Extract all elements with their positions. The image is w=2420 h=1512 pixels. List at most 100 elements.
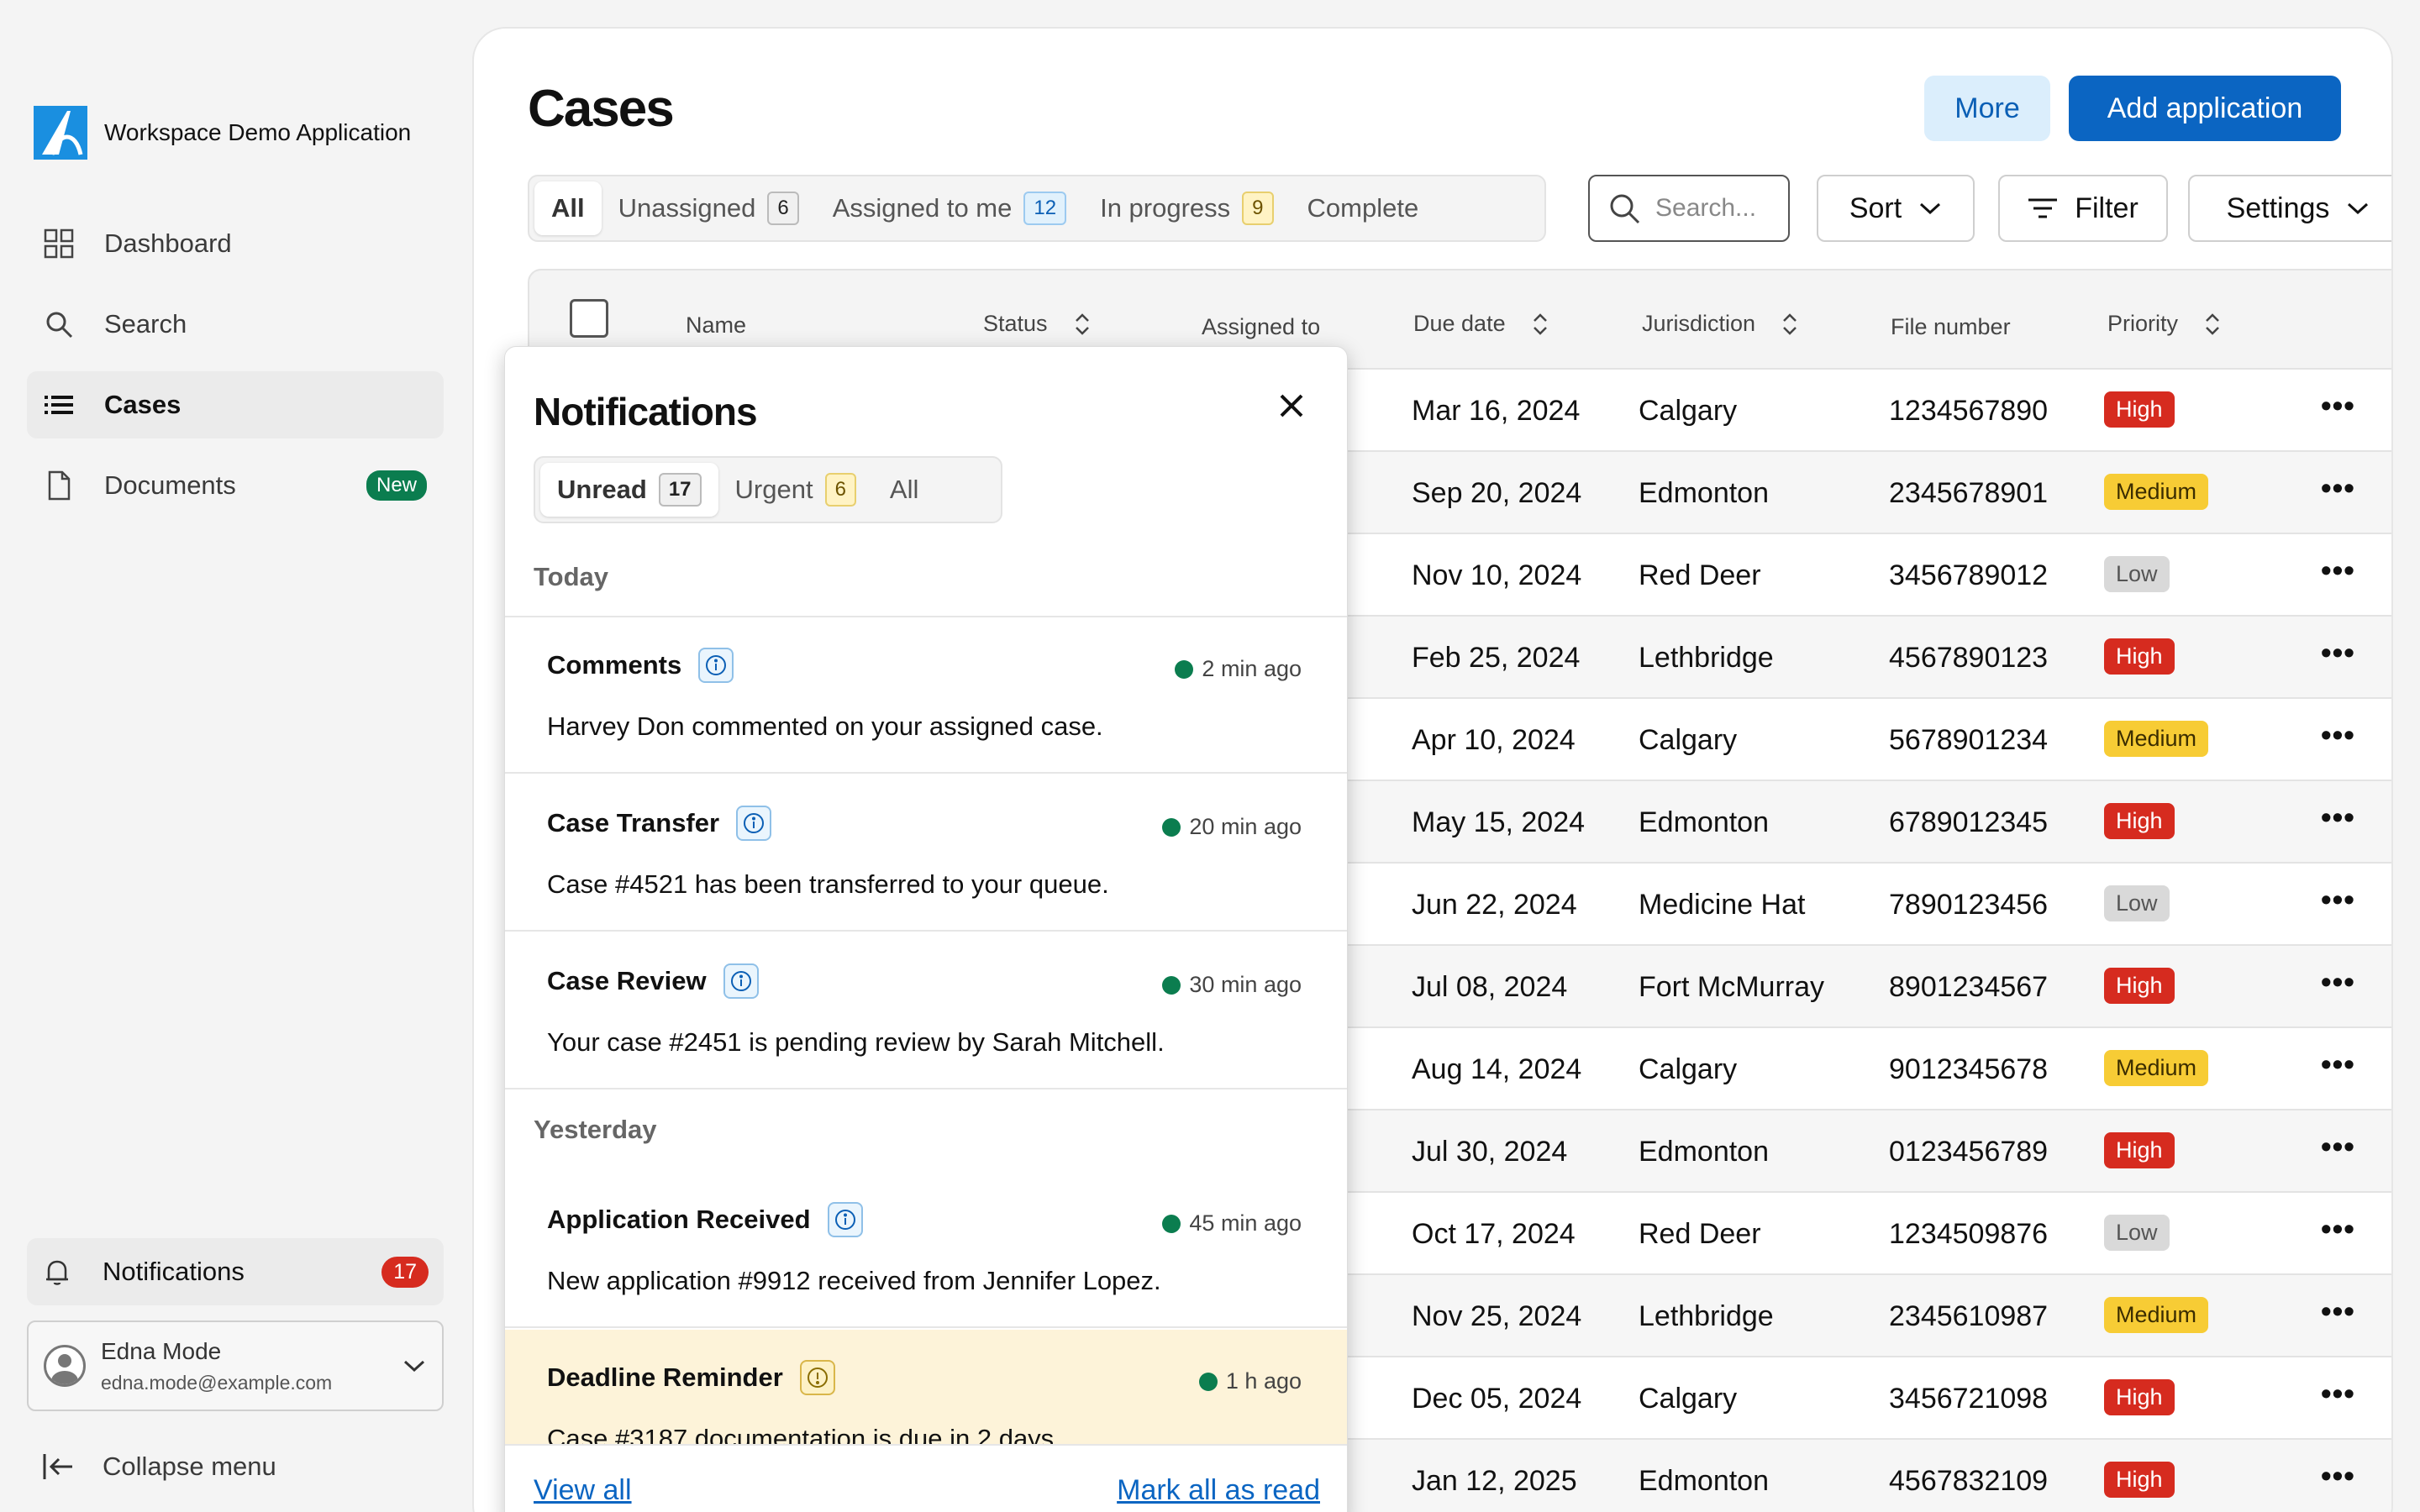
brand[interactable]: Workspace Demo Application <box>34 106 411 160</box>
sidebar-item-search[interactable]: Search <box>27 291 444 358</box>
warning-icon[interactable] <box>799 1360 835 1395</box>
column-header-due-date[interactable]: Due date <box>1413 311 1549 337</box>
search-input[interactable]: Search... <box>1588 175 1790 242</box>
sort-icon <box>1075 312 1089 335</box>
file-number-cell: 0123456789 <box>1889 1136 2049 1168</box>
tab-urgent[interactable]: Urgent 6 <box>718 463 873 517</box>
info-icon[interactable] <box>723 963 759 999</box>
row-actions-icon[interactable]: ••• <box>2321 1047 2355 1082</box>
view-all-link[interactable]: View all <box>534 1474 632 1507</box>
app-name: Workspace Demo Application <box>104 119 412 145</box>
sidebar-item-documents[interactable]: Documents New <box>27 452 444 519</box>
notification-title: Case Review <box>547 966 707 995</box>
sidebar-item-dashboard[interactable]: Dashboard <box>27 210 444 277</box>
row-actions-icon[interactable]: ••• <box>2321 470 2355 506</box>
unread-dot-icon <box>1162 1214 1181 1233</box>
notification-title: Application Received <box>547 1205 811 1234</box>
mark-all-read-link[interactable]: Mark all as read <box>1117 1474 1320 1507</box>
file-number-cell: 6789012345 <box>1889 806 2049 838</box>
settings-button[interactable]: Settings <box>2188 175 2391 242</box>
due-date-cell: Nov 25, 2024 <box>1412 1300 1582 1332</box>
user-menu[interactable]: Edna Mode edna.mode@example.com <box>27 1320 444 1411</box>
user-email: edna.mode@example.com <box>101 1371 333 1394</box>
tab-unread[interactable]: Unread 17 <box>540 463 718 517</box>
file-number-cell: 3456721098 <box>1889 1383 2049 1415</box>
file-number-cell: 1234509876 <box>1889 1218 2049 1250</box>
tab-assigned-to-me[interactable]: Assigned to me 12 <box>816 181 1083 235</box>
jurisdiction-cell: Calgary <box>1639 1383 1738 1415</box>
row-actions-icon[interactable]: ••• <box>2321 388 2355 423</box>
column-header-jurisdiction[interactable]: Jurisdiction <box>1642 311 1799 337</box>
case-filter-tabs: All Unassigned 6 Assigned to me 12 In pr… <box>528 175 1546 242</box>
row-actions-icon[interactable]: ••• <box>2321 800 2355 835</box>
tab-unassigned[interactable]: Unassigned 6 <box>602 181 816 235</box>
info-icon[interactable] <box>736 806 772 841</box>
jurisdiction-cell: Edmonton <box>1639 1465 1769 1497</box>
more-button[interactable]: More <box>1924 76 2050 141</box>
priority-badge: High <box>2104 968 2175 1004</box>
tab-complete[interactable]: Complete <box>1291 181 1436 235</box>
row-actions-icon[interactable]: ••• <box>2321 635 2355 670</box>
sort-icon <box>2206 312 2219 335</box>
notification-header: Case Transfer <box>547 806 772 841</box>
row-actions-icon[interactable]: ••• <box>2321 717 2355 753</box>
notification-time: 45 min ago <box>1162 1210 1302 1236</box>
jurisdiction-cell: Calgary <box>1639 724 1738 756</box>
row-actions-icon[interactable]: ••• <box>2321 964 2355 1000</box>
sort-button[interactable]: Sort <box>1817 175 1975 242</box>
priority-badge: Medium <box>2104 721 2209 757</box>
due-date-cell: Jul 30, 2024 <box>1412 1136 1568 1168</box>
unread-dot-icon <box>1162 975 1181 995</box>
column-header-priority[interactable]: Priority <box>2107 311 2222 337</box>
collapse-menu-label: Collapse menu <box>103 1452 276 1481</box>
column-header-status[interactable]: Status <box>983 311 1092 337</box>
notification-item[interactable]: Comments 2 min ago Harvey Don commented on… <box>505 617 1347 774</box>
notification-header: Comments <box>547 648 734 683</box>
bell-icon <box>42 1257 72 1287</box>
tab-label: Assigned to me <box>832 193 1013 223</box>
notification-item[interactable]: Case Transfer 20 min ago Case #4521 has be… <box>505 775 1347 932</box>
info-icon[interactable] <box>698 648 734 683</box>
tab-count: 12 <box>1023 192 1067 225</box>
close-icon[interactable] <box>1275 389 1308 423</box>
tab-label: All <box>551 193 585 223</box>
sidebar-item-label: Documents <box>104 470 236 500</box>
row-actions-icon[interactable]: ••• <box>2321 1458 2355 1494</box>
search-icon <box>1610 194 1640 224</box>
tab-label: All <box>889 475 919 504</box>
sidebar-item-cases[interactable]: Cases <box>27 371 444 438</box>
jurisdiction-cell: Edmonton <box>1639 1136 1769 1168</box>
filter-button[interactable]: Filter <box>1998 175 2168 242</box>
column-header-label: Due date <box>1413 311 1506 336</box>
row-actions-icon[interactable]: ••• <box>2321 1376 2355 1411</box>
column-header-file-number[interactable]: File number <box>1891 314 2011 340</box>
jurisdiction-cell: Lethbridge <box>1639 1300 1774 1332</box>
column-header-label: Jurisdiction <box>1642 311 1756 336</box>
select-all-checkbox[interactable] <box>570 299 608 338</box>
new-badge: New <box>366 470 427 501</box>
sidebar-item-notifications[interactable]: Notifications 17 <box>27 1238 444 1305</box>
row-actions-icon[interactable]: ••• <box>2321 1211 2355 1247</box>
row-actions-icon[interactable]: ••• <box>2321 1294 2355 1329</box>
priority-badge: Medium <box>2104 1297 2209 1333</box>
tab-in-progress[interactable]: In progress 9 <box>1083 181 1290 235</box>
priority-badge: High <box>2104 803 2175 839</box>
tab-all[interactable]: All <box>534 181 602 235</box>
collapse-menu-button[interactable]: Collapse menu <box>42 1452 276 1482</box>
add-application-button[interactable]: Add application <box>2069 76 2341 141</box>
row-actions-icon[interactable]: ••• <box>2321 882 2355 917</box>
time-label: 20 min ago <box>1189 814 1302 839</box>
priority-badge: High <box>2104 1462 2175 1498</box>
notification-item[interactable]: Case Review 30 min ago Your case #2451 is … <box>505 933 1347 1089</box>
notification-body: Case #4521 has been transferred to your … <box>547 869 1109 899</box>
column-header-assigned-to[interactable]: Assigned to <box>1202 314 1320 340</box>
priority-badge: Medium <box>2104 1050 2209 1086</box>
row-actions-icon[interactable]: ••• <box>2321 1129 2355 1164</box>
due-date-cell: Nov 10, 2024 <box>1412 559 1582 591</box>
info-icon[interactable] <box>827 1202 863 1237</box>
column-header-name[interactable]: Name <box>686 312 746 339</box>
row-actions-icon[interactable]: ••• <box>2321 553 2355 588</box>
user-name: Edna Mode <box>101 1337 222 1364</box>
notification-item[interactable]: Application Received 45 min ago New applic… <box>505 1172 1347 1328</box>
tab-all-notifications[interactable]: All <box>873 463 935 517</box>
